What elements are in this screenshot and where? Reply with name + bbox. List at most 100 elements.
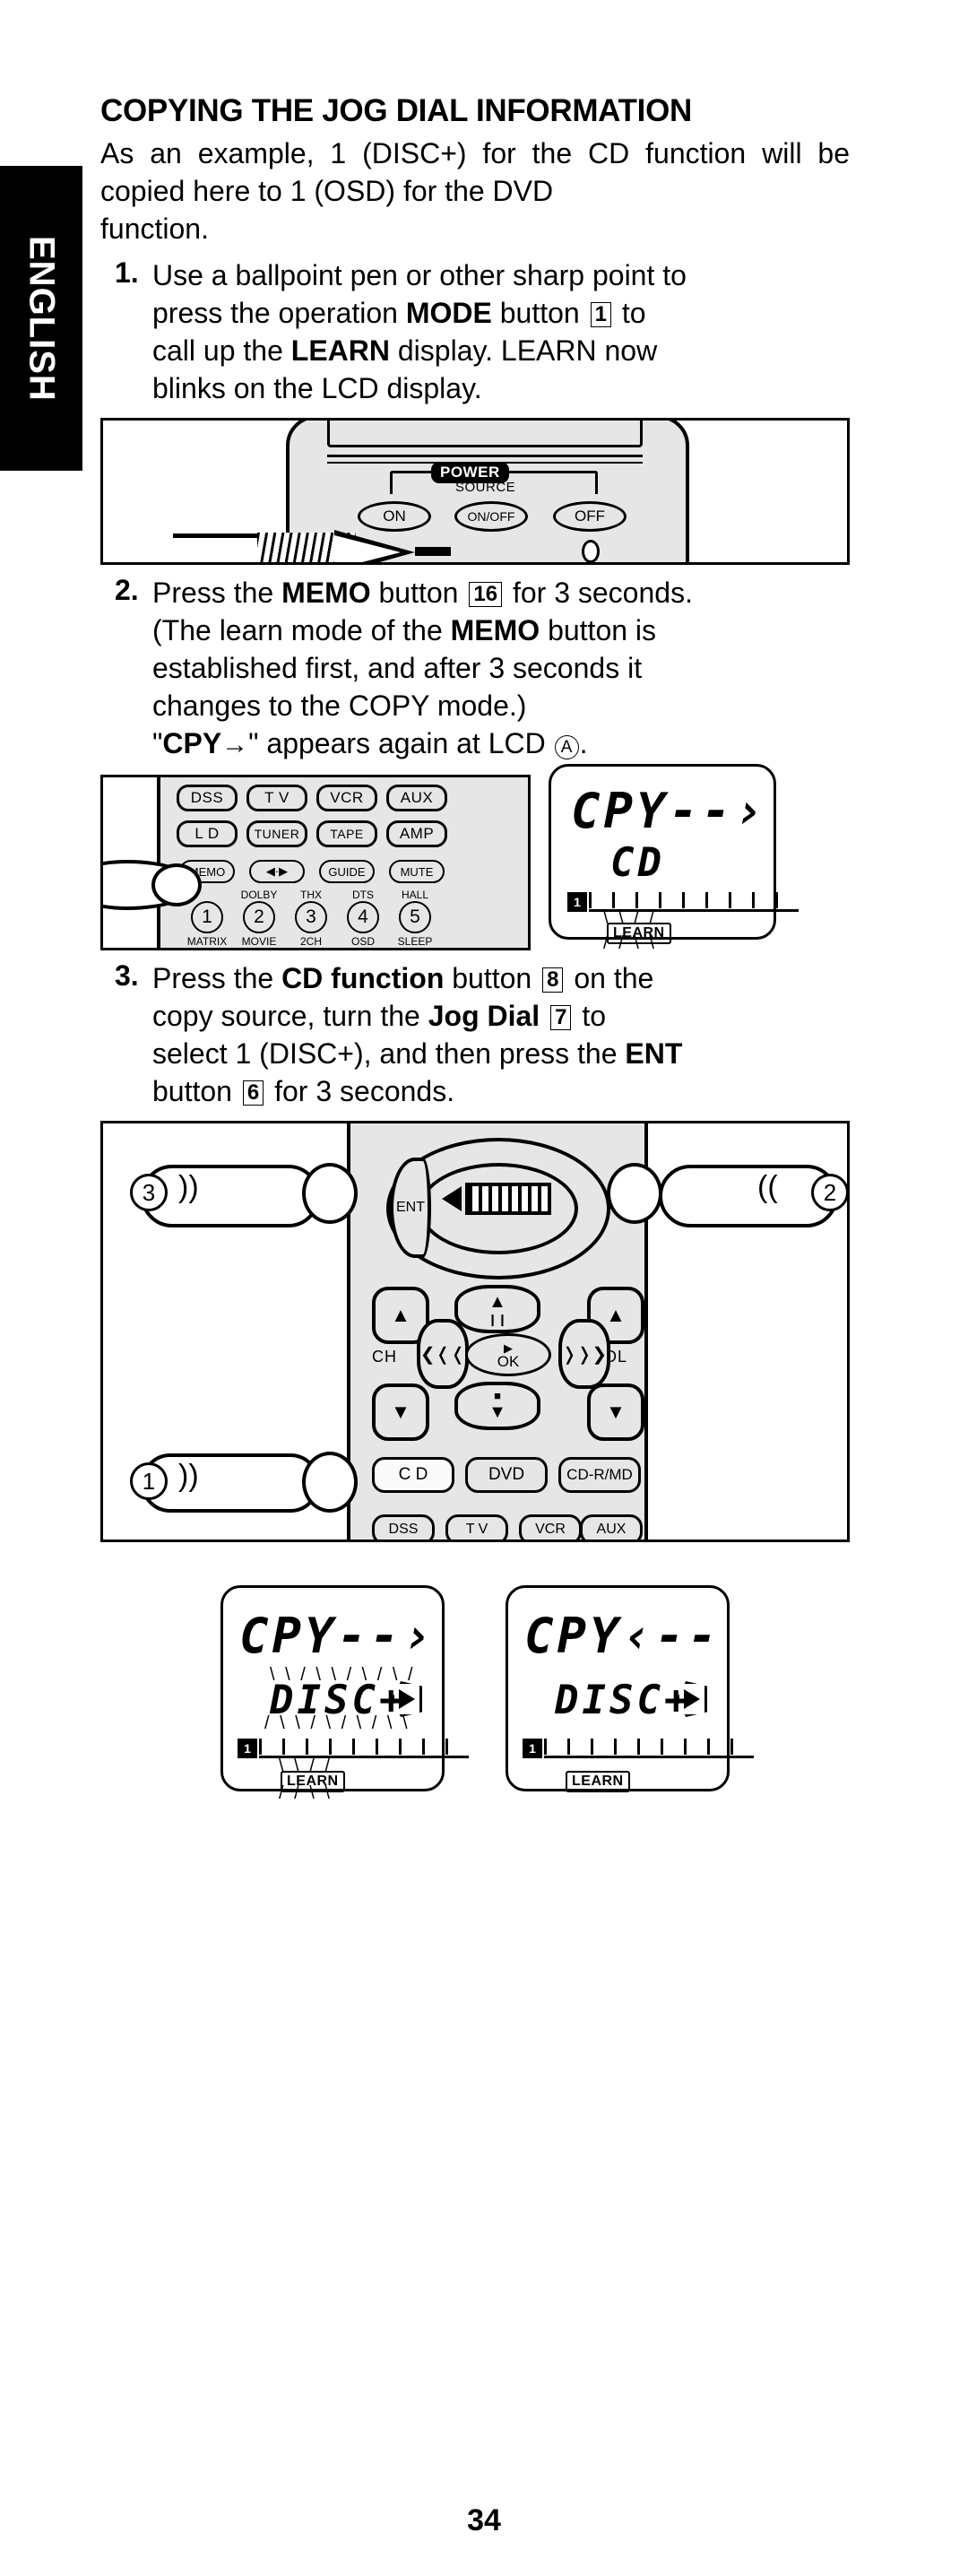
source-button-cd[interactable]: C D: [372, 1457, 454, 1493]
lcd-after-line-1: CPY‹--: [524, 1608, 722, 1664]
num-label-2ch: 2CH: [299, 935, 322, 948]
keypad-number-7[interactable]: 7: [243, 948, 275, 950]
keypad-number-3[interactable]: 3: [295, 901, 327, 933]
keypad-button-ld[interactable]: L D: [177, 820, 238, 847]
ch-label: CH: [372, 1348, 397, 1366]
stop-button[interactable]: ■ ▼: [454, 1382, 540, 1430]
text-frag: button is: [540, 614, 657, 646]
figure-keypad-row: DSS T V VCR AUX L D TUNER TAPE AMP MEMO …: [100, 764, 850, 953]
source-label: SOURCE: [455, 480, 516, 495]
play-triangle-icon: [684, 1689, 700, 1709]
keypad-button-dss[interactable]: DSS: [177, 785, 238, 811]
num-label-osd: OSD: [350, 935, 375, 948]
text-frag: button: [370, 577, 467, 609]
source-button-cdr-md[interactable]: CD-R/MD: [558, 1457, 641, 1493]
keypad-number-9[interactable]: 9: [347, 948, 379, 950]
text-frag: ": [152, 727, 163, 759]
source-on-off-button[interactable]: ON/OFF: [454, 501, 528, 532]
intro-line-1: As an example, 1 (DISC+) for the CD func…: [100, 137, 747, 169]
ent-button[interactable]: ENT: [390, 1158, 431, 1258]
right-arrow-icon: →: [221, 730, 249, 759]
text-frag: on the: [566, 962, 654, 994]
key-ref-8: 8: [542, 967, 564, 993]
function-button-aux[interactable]: AUX: [580, 1514, 643, 1540]
blink-marks-bottom-icon: / / \ \: [603, 933, 657, 953]
lcd-after-scale-marker: 1: [523, 1739, 542, 1758]
keypad-button-tuner[interactable]: TUNER: [246, 820, 307, 847]
jog-dial-wheel[interactable]: [465, 1183, 551, 1215]
num-label-thx: THX: [300, 889, 322, 901]
lcd-before-line-1: CPY--›: [239, 1608, 436, 1664]
keypad-number-0[interactable]: 0: [399, 948, 431, 950]
step-3-number: 3.: [115, 959, 139, 992]
power-on-button[interactable]: ON: [358, 501, 431, 532]
cd-function-button-name: CD function: [281, 962, 445, 994]
step-2-line-3: established first, and after 3 seconds i…: [152, 652, 643, 684]
lcd-before-scale-bar: 1: [238, 1739, 469, 1758]
pen-tip-inner-icon: [334, 535, 401, 562]
step-3-line-2: copy source, turn the Jog Dial 7 to: [152, 997, 850, 1035]
ok-label: OK: [497, 1353, 520, 1370]
step-3-line-4: button 6 for 3 seconds.: [152, 1072, 850, 1110]
keypad-button-tv[interactable]: T V: [246, 785, 307, 811]
memo-button-name: MEMO: [281, 577, 371, 609]
fast-forward-button[interactable]: ❭❭❯: [558, 1319, 610, 1389]
figure-keypad: DSS T V VCR AUX L D TUNER TAPE AMP MEMO …: [100, 775, 531, 950]
jog-dial-name: Jog Dial: [428, 1000, 540, 1032]
function-button-tv[interactable]: T V: [445, 1514, 508, 1540]
intro-paragraph: As an example, 1 (DISC+) for the CD func…: [100, 134, 850, 247]
step-1-number: 1.: [115, 256, 139, 289]
keypad-button-mute[interactable]: MUTE: [389, 860, 445, 883]
keypad-button-guide[interactable]: GUIDE: [319, 860, 375, 883]
keypad-number-5[interactable]: 5: [399, 901, 431, 933]
keypad-number-8[interactable]: 8: [295, 948, 327, 950]
keypad-number-1[interactable]: 1: [191, 901, 223, 933]
text-frag: select 1 (DISC+), and then press the: [152, 1037, 626, 1070]
ok-button[interactable]: ▶ OK: [465, 1333, 551, 1376]
mode-label: MODE: [569, 564, 609, 565]
text-frag: button: [491, 297, 588, 329]
source-button-dvd[interactable]: DVD: [465, 1457, 548, 1493]
language-tab: ENGLISH: [0, 166, 82, 471]
text-frag: for 3 seconds.: [505, 577, 693, 609]
keypad-button-tape[interactable]: TAPE: [316, 820, 377, 847]
step-2: 2. Press the MEMO button 16 for 3 second…: [100, 574, 850, 764]
volume-down-button[interactable]: ▼: [587, 1383, 644, 1441]
lcd-line-1: CPY--›: [571, 783, 768, 839]
jog-dial-left-arrow-icon: [442, 1186, 462, 1211]
function-button-vcr[interactable]: VCR: [519, 1514, 582, 1540]
keypad-button-skip-icon[interactable]: ◀·▶: [249, 860, 305, 883]
language-tab-label: ENGLISH: [22, 235, 62, 402]
text-frag: call up the: [152, 334, 291, 367]
text-frag: (The learn mode of the: [152, 614, 451, 646]
callout-3: 3: [130, 1174, 168, 1211]
mode-button-hole[interactable]: [582, 540, 600, 562]
keypad-button-aux[interactable]: AUX: [386, 785, 447, 811]
num-label-dts: DTS: [352, 889, 374, 901]
lcd-after-line-2: DISC+: [555, 1678, 692, 1723]
step-1-text: Use a ballpoint pen or other sharp point…: [152, 256, 850, 407]
mode-button-name: MODE: [405, 297, 492, 329]
play-pause-button[interactable]: ▲ ❙❙: [454, 1285, 540, 1333]
step-1: 1. Use a ballpoint pen or other sharp po…: [100, 256, 850, 407]
keypad-number-2[interactable]: 2: [243, 901, 275, 933]
keypad-number-6[interactable]: 6: [191, 948, 223, 950]
text-frag: to: [613, 297, 646, 329]
cpy-indicator-name: CPY: [162, 727, 222, 759]
blink-marks-bottom-icon: / / \ \: [279, 1783, 333, 1803]
step-2-line-5: "CPY→" appears again at LCD A.: [152, 724, 850, 764]
page-number: 34: [467, 2503, 501, 2537]
rewind-button[interactable]: ❮❬❬: [417, 1319, 469, 1389]
step-3: 3. Press the CD function button 8 on the…: [100, 959, 850, 1110]
text-frag: to: [574, 1000, 607, 1032]
channel-down-button[interactable]: ▼: [372, 1383, 429, 1441]
key-ref-16: 16: [469, 582, 503, 607]
power-off-button[interactable]: OFF: [553, 501, 627, 532]
keypad-button-amp[interactable]: AMP: [386, 820, 447, 847]
left-hand-icon: [141, 1165, 320, 1227]
lcd-scale-ticks: [259, 1739, 469, 1758]
function-button-dss[interactable]: DSS: [372, 1514, 435, 1540]
keypad-button-vcr[interactable]: VCR: [316, 785, 377, 811]
lcd-after-scale-bar: 1: [523, 1739, 754, 1758]
keypad-number-4[interactable]: 4: [347, 901, 379, 933]
